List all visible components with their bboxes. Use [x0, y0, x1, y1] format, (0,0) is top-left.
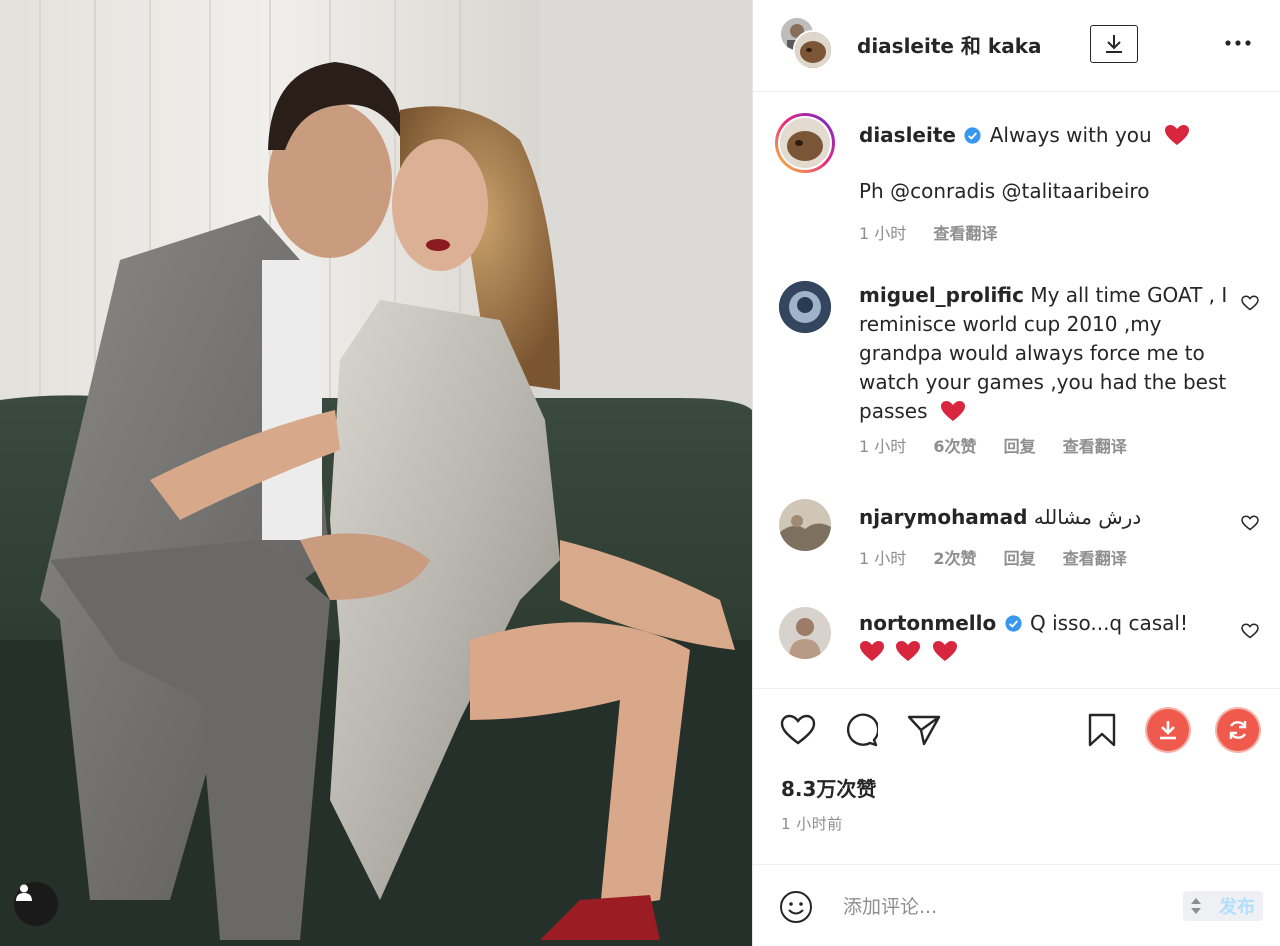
- comment-translate-link[interactable]: 查看翻译: [1063, 437, 1127, 456]
- photo-illustration: [0, 0, 752, 946]
- avatar-diasleite: [793, 30, 833, 70]
- paper-plane-icon: [907, 715, 941, 746]
- verified-badge-icon: [964, 127, 981, 144]
- comment-username[interactable]: njarymohamad: [859, 505, 1027, 529]
- post-comment-button[interactable]: 发布: [1183, 891, 1263, 921]
- comment-avatar[interactable]: [779, 281, 831, 333]
- comment-like-heart-icon[interactable]: [1241, 515, 1259, 531]
- caption-body: diasleite Always with you Ph @conradis @…: [859, 121, 1229, 206]
- emoji-smiley-icon[interactable]: [779, 890, 813, 924]
- comment-like-heart-icon[interactable]: [1241, 623, 1259, 639]
- download-arrow-icon: [1160, 721, 1176, 740]
- red-heart-emoji-icon: [932, 641, 957, 661]
- comment-text: درش مشالله: [1033, 505, 1142, 529]
- comment-body: nortonmello Q isso...q casal!: [859, 609, 1229, 670]
- caption-avatar-ring[interactable]: [775, 113, 835, 173]
- post-photo[interactable]: [0, 0, 752, 946]
- comment-likes[interactable]: 2次赞: [933, 549, 976, 568]
- comment-translate-link[interactable]: 查看翻译: [1063, 549, 1127, 568]
- comment-item: nortonmello Q isso...q casal!: [753, 577, 1280, 687]
- comment-reply-link[interactable]: 回复: [1004, 549, 1036, 568]
- comment-meta: 1 小时 2次赞 回复 查看翻译: [859, 545, 1149, 569]
- post-header: diasleite 和 kaka: [753, 0, 1280, 92]
- verified-badge-icon: [1005, 615, 1022, 632]
- comment-meta: 1 小时 6次赞 回复 查看翻译: [859, 433, 1149, 457]
- comment-username[interactable]: nortonmello: [859, 611, 996, 635]
- comments-list[interactable]: diasleite Always with you Ph @conradis @…: [753, 93, 1280, 687]
- bookmark-icon: [1088, 713, 1116, 747]
- comment-likes[interactable]: 6次赞: [933, 437, 976, 456]
- comment-body: miguel_prolific My all time GOAT , I rem…: [859, 281, 1229, 426]
- comment-button[interactable]: [842, 711, 880, 749]
- download-media-button[interactable]: [1147, 709, 1189, 751]
- comment-input[interactable]: [843, 889, 1163, 925]
- resize-arrows-icon: [1191, 898, 1201, 914]
- likes-count[interactable]: 8.3万次赞: [781, 773, 876, 802]
- post-timestamp: 1 小时前: [781, 815, 843, 833]
- caption-credit: Ph @conradis @talitaaribeiro: [859, 179, 1150, 203]
- share-button[interactable]: [905, 711, 943, 749]
- user-tag-button[interactable]: [14, 882, 58, 926]
- comment-avatar[interactable]: [779, 607, 831, 659]
- heart-outline-icon: [780, 714, 816, 745]
- caption-meta: 1 小时 查看翻译: [859, 220, 1019, 244]
- comment-item: miguel_prolific My all time GOAT , I rem…: [753, 263, 1280, 469]
- comment-bubble-icon: [846, 713, 878, 747]
- like-button[interactable]: [779, 711, 817, 749]
- caption-text: Always with you: [989, 123, 1152, 147]
- red-heart-emoji-icon: [1165, 125, 1190, 145]
- post-actions: 8.3万次赞 1 小时前: [753, 688, 1280, 864]
- red-heart-emoji-icon: [940, 401, 965, 421]
- refresh-icon: [1229, 721, 1247, 739]
- comment-item: njarymohamad درش مشالله 1 小时 2次赞 回复 查看翻译: [753, 469, 1280, 577]
- download-icon: [1106, 35, 1122, 53]
- comment-reply-link[interactable]: 回复: [1004, 437, 1036, 456]
- comment-emoji-row: [859, 640, 1229, 670]
- more-options-button[interactable]: [1223, 33, 1253, 53]
- collab-avatars[interactable]: [779, 16, 835, 72]
- user-tag-icon: [16, 884, 32, 901]
- red-heart-emoji-icon: [860, 641, 884, 661]
- caption-username[interactable]: diasleite: [859, 123, 956, 147]
- caption-time: 1 小时: [859, 224, 907, 243]
- comment-text: Q isso...q casal!: [1029, 611, 1188, 635]
- comment-composer: 发布: [753, 864, 1280, 946]
- comment-username[interactable]: miguel_prolific: [859, 283, 1024, 307]
- more-horizontal-icon: [1225, 40, 1251, 46]
- comment-time: 1 小时: [859, 437, 907, 456]
- post-owners-title[interactable]: diasleite 和 kaka: [857, 30, 1042, 59]
- comment-body: njarymohamad درش مشالله: [859, 503, 1229, 532]
- comment-like-heart-icon[interactable]: [1241, 295, 1259, 311]
- post-caption: diasleite Always with you Ph @conradis @…: [753, 93, 1280, 263]
- comment-time: 1 小时: [859, 549, 907, 568]
- caption-avatar: [780, 118, 830, 168]
- save-button[interactable]: [1083, 711, 1121, 749]
- comment-avatar[interactable]: [779, 499, 831, 551]
- repost-button[interactable]: [1217, 709, 1259, 751]
- post-side-panel: diasleite 和 kaka diasleite Always with y…: [753, 0, 1280, 946]
- caption-translate-link[interactable]: 查看翻译: [933, 224, 997, 243]
- red-heart-emoji-icon: [896, 641, 921, 661]
- post-comment-label: 发布: [1219, 897, 1255, 918]
- download-button[interactable]: [1090, 25, 1138, 63]
